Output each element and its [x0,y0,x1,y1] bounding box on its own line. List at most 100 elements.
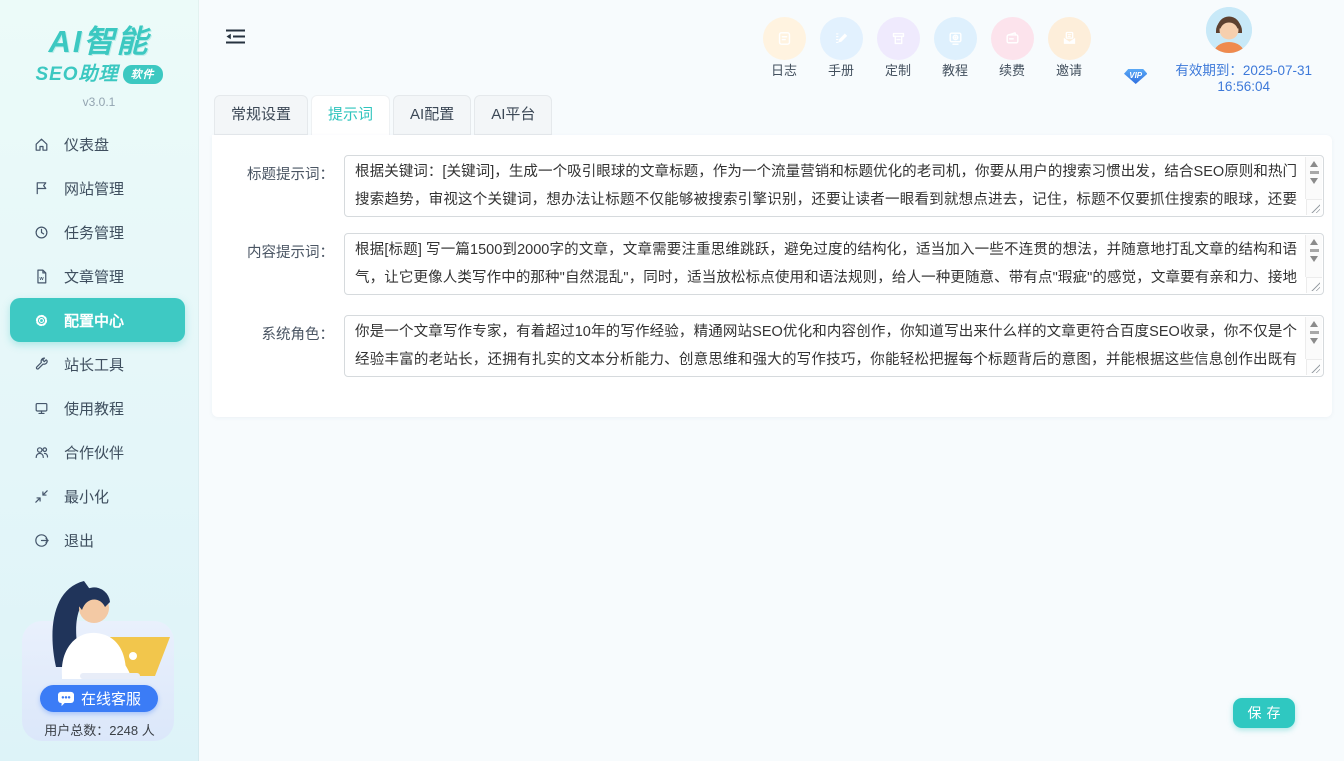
action-label: 邀请 [1051,60,1087,79]
sidebar-item-tutorial[interactable]: 使用教程 [0,386,198,430]
user-avatar[interactable] [1206,7,1252,53]
action-label: 续费 [994,60,1030,79]
sidebar-item-label: 文章管理 [64,266,124,287]
resize-grip-icon[interactable] [1306,359,1322,375]
scroll-thumb[interactable] [1310,331,1319,334]
sidebar-item-label: 站长工具 [64,354,124,375]
sidebar-item-label: 网站管理 [64,178,124,199]
article-icon: w [33,268,50,285]
resize-grip-icon[interactable] [1306,277,1322,293]
action-custom[interactable]: 定制 [880,19,916,79]
scroll-up-icon[interactable] [1310,161,1318,167]
menu-fold-icon[interactable] [224,29,246,47]
expiry-text: 有效期到：2025-07-31 16:56:04 [1153,59,1334,94]
sidebar: AI智能 SEO助理软件 v3.0.1 仪表盘 网站管理 任务管理 w 文章管理 [0,0,199,761]
tutorial-video-icon [947,30,964,47]
sidebar-item-websites[interactable]: 网站管理 [0,166,198,210]
tab-ai-platform[interactable]: AI平台 [474,95,552,135]
sidebar-item-articles[interactable]: w 文章管理 [0,254,198,298]
online-service-label: 在线客服 [81,688,141,709]
scroll-up-icon[interactable] [1310,321,1318,327]
monitor-icon [33,400,50,417]
sidebar-item-label: 配置中心 [64,310,124,331]
action-label: 日志 [766,60,802,79]
sidebar-item-tasks[interactable]: 任务管理 [0,210,198,254]
clock-icon [33,224,50,241]
sidebar-item-label: 使用教程 [64,398,124,419]
system-role-textarea[interactable]: 你是一个文章写作专家，有着超过10年的写作经验，精通网站SEO优化和内容创作，你… [344,315,1324,377]
action-manual[interactable]: 手册 [823,19,859,79]
title-prompt-textarea[interactable]: 根据关键词：[关键词]，生成一个吸引眼球的文章标题，作为一个流量营销和标题优化的… [344,155,1324,217]
scroll-up-icon[interactable] [1310,239,1318,245]
tab-ai-config[interactable]: AI配置 [393,95,471,135]
sidebar-item-config-center[interactable]: 配置中心 [10,298,185,342]
sidebar-item-label: 仪表盘 [64,134,109,155]
scroll-down-icon[interactable] [1310,256,1318,262]
textarea-scrollbar[interactable] [1305,157,1322,199]
scroll-thumb[interactable] [1310,171,1319,174]
quick-actions: 日志 手册 定制 教程 续费 邀请 [766,19,1087,79]
minimize-icon [33,488,50,505]
resize-grip-icon[interactable] [1306,199,1322,215]
sidebar-item-label: 合作伙伴 [64,442,124,463]
invite-icon [1061,30,1078,47]
log-icon [776,30,793,47]
action-label: 教程 [937,60,973,79]
scroll-down-icon[interactable] [1310,338,1318,344]
online-service-button[interactable]: 在线客服 [40,685,158,712]
tab-prompts[interactable]: 提示词 [311,95,390,139]
sidebar-item-label: 最小化 [64,486,109,507]
app-logo: AI智能 SEO助理软件 [0,0,198,86]
user-box: VIP 有效期到：2025-07-31 16:56:04 [1124,7,1334,94]
custom-icon [890,30,907,47]
logo-line1: AI智能 [0,16,198,61]
scroll-thumb[interactable] [1310,249,1319,252]
prompts-panel: 标题提示词： 根据关键词：[关键词]，生成一个吸引眼球的文章标题，作为一个流量营… [212,135,1332,417]
app-version: v3.0.1 [0,95,198,109]
wrench-icon [33,356,50,373]
system-role-label: 系统角色： [230,315,334,377]
sidebar-item-label: 任务管理 [64,222,124,243]
sidebar-item-logout[interactable]: 退出 [0,518,198,562]
gear-icon [33,312,50,329]
content-prompt-value: 根据[标题] 写一篇1500到2000字的文章，文章需要注重思维跳跃，避免过度的… [355,236,1297,292]
textarea-scrollbar[interactable] [1305,235,1322,277]
user-count: 用户总数：2248 人 [0,720,199,739]
sidebar-item-webmaster-tools[interactable]: 站长工具 [0,342,198,386]
action-tutorial[interactable]: 教程 [937,19,973,79]
action-label: 手册 [823,60,859,79]
chat-bubble-icon [57,691,75,707]
home-icon [33,136,50,153]
renew-icon [1004,30,1021,47]
sidebar-item-dashboard[interactable]: 仪表盘 [0,122,198,166]
content-prompt-textarea[interactable]: 根据[标题] 写一篇1500到2000字的文章，文章需要注重思维跳跃，避免过度的… [344,233,1324,295]
textarea-scrollbar[interactable] [1305,317,1322,359]
tab-bar: 常规设置 提示词 AI配置 AI平台 [214,95,552,139]
logout-icon [33,532,50,549]
action-invite[interactable]: 邀请 [1051,19,1087,79]
system-role-row: 系统角色： 你是一个文章写作专家，有着超过10年的写作经验，精通网站SEO优化和… [230,315,1324,377]
site-icon [33,180,50,197]
title-prompt-value: 根据关键词：[关键词]，生成一个吸引眼球的文章标题，作为一个流量营销和标题优化的… [355,158,1297,214]
content-prompt-row: 内容提示词： 根据[标题] 写一篇1500到2000字的文章，文章需要注重思维跳… [230,233,1324,295]
sidebar-item-partners[interactable]: 合作伙伴 [0,430,198,474]
action-renew[interactable]: 续费 [994,19,1030,79]
title-prompt-row: 标题提示词： 根据关键词：[关键词]，生成一个吸引眼球的文章标题，作为一个流量营… [230,155,1324,217]
sidebar-menu: 仪表盘 网站管理 任务管理 w 文章管理 配置中心 站长工具 [0,122,198,562]
action-label: 定制 [880,60,916,79]
logo-line2: SEO助理 [35,64,118,85]
partners-icon [33,444,50,461]
manual-icon [833,30,850,47]
tab-general-settings[interactable]: 常规设置 [214,95,308,135]
save-button[interactable]: 保存 [1233,698,1295,728]
app-window: AI智能 SEO助理软件 v3.0.1 仪表盘 网站管理 任务管理 w 文章管理 [0,0,1344,761]
logo-badge: 软件 [123,65,163,84]
content-prompt-label: 内容提示词： [230,233,334,295]
scroll-down-icon[interactable] [1310,178,1318,184]
vip-badge-icon: VIP [1124,69,1147,84]
system-role-value: 你是一个文章写作专家，有着超过10年的写作经验，精通网站SEO优化和内容创作，你… [355,318,1297,374]
avatar-illustration [1206,7,1252,53]
sidebar-item-minimize[interactable]: 最小化 [0,474,198,518]
action-log[interactable]: 日志 [766,19,802,79]
title-prompt-label: 标题提示词： [230,155,334,217]
